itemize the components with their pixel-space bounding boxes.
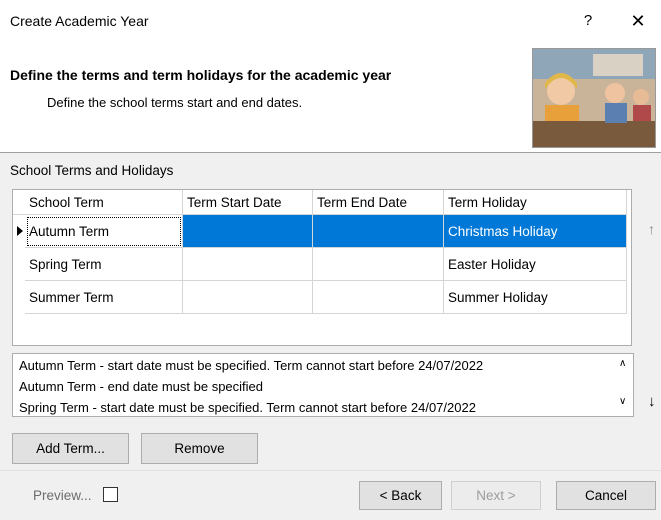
cell-end-date[interactable]: [312, 214, 444, 248]
cell-holiday[interactable]: Summer Holiday: [443, 280, 627, 314]
cell-end-date[interactable]: [312, 280, 444, 314]
back-button[interactable]: < Back: [359, 481, 442, 510]
message-line: Autumn Term - start date must be specifi…: [19, 358, 484, 373]
next-button[interactable]: Next >: [451, 481, 541, 510]
footer-divider: [0, 470, 661, 471]
move-down-icon[interactable]: ↓: [648, 393, 656, 410]
preview-checkbox[interactable]: [103, 487, 118, 502]
cell-holiday[interactable]: Easter Holiday: [443, 247, 627, 281]
column-header-term[interactable]: School Term: [25, 190, 183, 215]
preview-label: Preview...: [33, 488, 92, 503]
cell-start-date[interactable]: [182, 247, 313, 281]
terms-table: School Term Term Start Date Term End Dat…: [13, 190, 627, 314]
cell-term[interactable]: Summer Term: [25, 280, 183, 314]
remove-button[interactable]: Remove: [141, 433, 258, 464]
cell-holiday[interactable]: Christmas Holiday: [443, 214, 627, 248]
move-up-icon[interactable]: ↑: [648, 221, 655, 237]
message-line: Spring Term - start date must be specifi…: [19, 400, 476, 415]
help-button[interactable]: ?: [573, 8, 603, 34]
scroll-up-icon[interactable]: ∧: [619, 358, 626, 369]
table-row[interactable]: Spring Term Easter Holiday: [13, 247, 627, 281]
section-label: School Terms and Holidays: [10, 163, 174, 178]
scroll-down-icon[interactable]: ∨: [619, 396, 626, 407]
window-title: Create Academic Year: [10, 13, 149, 29]
row-header-corner: [13, 190, 25, 215]
classroom-photo: [532, 48, 656, 148]
column-header-holiday[interactable]: Term Holiday: [443, 190, 627, 215]
row-header: [13, 248, 25, 281]
cell-start-date[interactable]: [182, 214, 313, 248]
cancel-button[interactable]: Cancel: [556, 481, 656, 510]
validation-messages[interactable]: Autumn Term - start date must be specifi…: [12, 353, 634, 417]
wizard-banner: Define the terms and term holidays for t…: [0, 40, 661, 153]
message-line: Autumn Term - end date must be specified: [19, 379, 263, 394]
column-header-start[interactable]: Term Start Date: [182, 190, 313, 215]
column-header-end[interactable]: Term End Date: [312, 190, 444, 215]
table-header-row: School Term Term Start Date Term End Dat…: [13, 190, 627, 215]
row-pointer-icon: [17, 226, 23, 236]
current-row-indicator: [13, 215, 25, 248]
cell-term[interactable]: Autumn Term: [25, 214, 183, 248]
title-bar: Create Academic Year ? ✕: [0, 0, 661, 40]
table-row[interactable]: Autumn Term Christmas Holiday: [13, 214, 627, 248]
add-term-button[interactable]: Add Term...: [12, 433, 129, 464]
cell-end-date[interactable]: [312, 247, 444, 281]
terms-grid[interactable]: School Term Term Start Date Term End Dat…: [12, 189, 632, 346]
row-header: [13, 281, 25, 314]
table-row[interactable]: Summer Term Summer Holiday: [13, 280, 627, 314]
cell-start-date[interactable]: [182, 280, 313, 314]
close-button[interactable]: ✕: [621, 8, 655, 34]
cell-term[interactable]: Spring Term: [25, 247, 183, 281]
banner-subtitle: Define the school terms start and end da…: [47, 95, 303, 110]
banner-title: Define the terms and term holidays for t…: [10, 67, 392, 83]
message-scrollbar[interactable]: ∧ ∨: [615, 354, 633, 416]
